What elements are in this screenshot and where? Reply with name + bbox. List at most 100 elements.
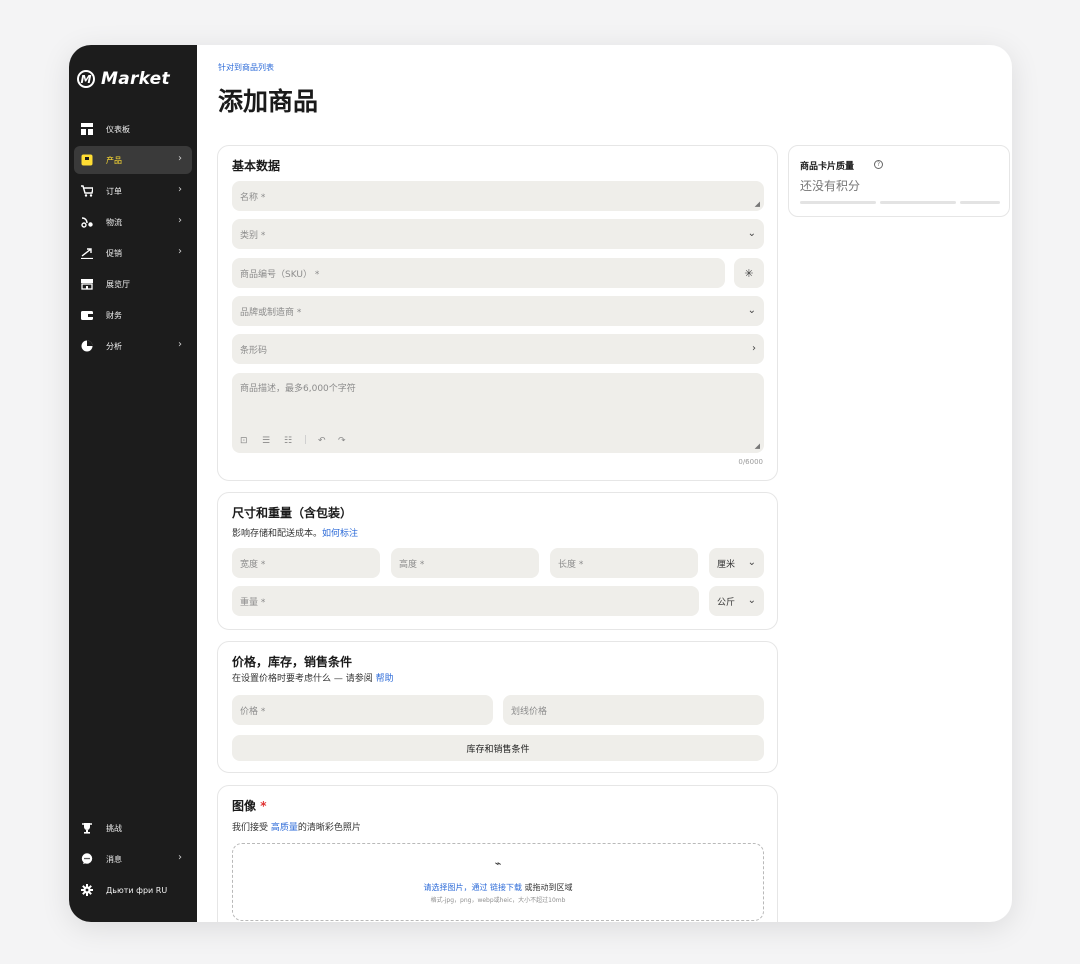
images-title-text: 图像 [232, 799, 257, 813]
sidebar: M Market 仪表板 产品 › 订单 › 物流 › 促销 › 展览厅 财务 … [69, 45, 197, 922]
dimensions-card: 尺寸和重量（含包装） 影响存储和配送成本。如何标注 宽度 * 高度 * 长度 *… [217, 492, 778, 630]
logo[interactable]: M Market [77, 69, 170, 89]
sidebar-item-logistics[interactable]: 物流 › [74, 208, 192, 236]
sidebar-item-store-settings[interactable]: Дьюти фри RU [74, 876, 192, 904]
quality-progress-segment [880, 201, 956, 204]
sidebar-item-label: 促销 [106, 248, 122, 258]
name-placeholder: 名称 * [240, 192, 266, 203]
generate-sku-button[interactable]: ✳ [734, 258, 764, 288]
images-subtitle-pre: 我们接受 [232, 823, 269, 833]
pie-chart-icon [80, 339, 94, 353]
weight-unit-select[interactable]: 公斤 ⌄ [709, 586, 764, 616]
logo-icon: M [77, 70, 95, 88]
select-image-link[interactable]: 请选择图片，通过 [423, 883, 487, 892]
character-counter: 0/6000 [738, 458, 763, 466]
stock-conditions-button[interactable]: 库存和销售条件 [232, 735, 764, 761]
category-select[interactable]: 类别 * ⌄ [232, 219, 764, 249]
undo-icon[interactable]: ↶ [318, 436, 326, 446]
truck-icon [80, 215, 94, 229]
sidebar-item-label: 财务 [106, 310, 122, 320]
sku-input[interactable]: 商品编号（SKU） * [232, 258, 725, 288]
sidebar-item-finance[interactable]: 财务 [74, 301, 192, 329]
chevron-right-icon: › [752, 343, 756, 354]
sidebar-item-analytics[interactable]: 分析 › [74, 332, 192, 360]
length-input[interactable]: 长度 * [550, 548, 698, 578]
dimensions-subtitle: 影响存储和配送成本。如何标注 [232, 526, 358, 539]
sidebar-item-label: Дьюти фри RU [106, 885, 168, 895]
weight-placeholder: 重量 * [240, 597, 266, 608]
chevron-down-icon: ⌄ [747, 228, 756, 239]
price-subtitle-text: 在设置价格时要考虑什么 — 请参阅 [232, 674, 373, 684]
paperclip-icon: ⌁ [494, 857, 502, 870]
strike-price-placeholder: 划线价格 [511, 706, 548, 717]
sidebar-item-showroom[interactable]: 展览厅 [74, 270, 192, 298]
brand-placeholder: 品牌或制造商 * [240, 307, 302, 318]
cart-icon [80, 184, 94, 198]
chevron-down-icon: ⌄ [747, 305, 756, 316]
dropzone-text: 请选择图片，通过 链接下载 或拖动到区域 [233, 882, 763, 893]
logo-text: Market [101, 69, 170, 89]
images-title: 图像 * [232, 797, 266, 814]
required-mark: * [260, 799, 267, 813]
basic-data-title: 基本数据 [232, 159, 281, 173]
quality-progress-segment [800, 201, 876, 204]
download-link[interactable]: 链接下载 [490, 883, 522, 892]
price-input[interactable]: 价格 * [232, 695, 493, 725]
height-input[interactable]: 高度 * [391, 548, 539, 578]
sparkle-icon: ✳ [744, 266, 754, 280]
weight-unit-value: 公斤 [717, 597, 736, 608]
brand-select[interactable]: 品牌或制造商 * ⌄ [232, 296, 764, 326]
description-textarea[interactable]: 商品描述，最多6,000个字符 ⊡ ☰ ☷ | ↶ ↷ ◢ [232, 373, 764, 453]
barcode-field[interactable]: 条形码 › [232, 334, 764, 364]
height-placeholder: 高度 * [399, 559, 425, 570]
toolbar-divider: | [304, 435, 308, 445]
store-icon [80, 277, 94, 291]
price-title: 价格，库存，销售条件 [232, 655, 353, 669]
chevron-down-icon: ⌄ [747, 557, 756, 568]
length-unit-value: 厘米 [717, 559, 736, 570]
sidebar-item-label: 挑战 [106, 823, 122, 833]
strike-price-input[interactable]: 划线价格 [503, 695, 764, 725]
breadcrumb[interactable]: 针对到商品列表 [218, 62, 274, 73]
dropzone-hint: 格式-jpg，png，webp或heic，大小不超过10mb [430, 897, 566, 904]
help-link[interactable]: 帮助 [376, 674, 394, 684]
sidebar-item-challenges[interactable]: 挑战 [74, 814, 192, 842]
basic-data-card: 基本数据 名称 * ◢ 类别 * ⌄ 商品编号（SKU） * ✳ 品牌或制造商 … [217, 145, 778, 481]
help-icon[interactable]: ? [874, 160, 883, 169]
how-to-label-link[interactable]: 如何标注 [322, 529, 358, 539]
chevron-right-icon: › [178, 184, 182, 195]
sidebar-item-messages[interactable]: 消息 › [74, 845, 192, 873]
chat-icon [80, 852, 94, 866]
barcode-placeholder: 条形码 [240, 345, 268, 356]
quality-progress-segment [960, 201, 1000, 204]
trend-icon [80, 246, 94, 260]
sidebar-item-dashboard[interactable]: 仪表板 [74, 115, 192, 143]
sidebar-bottom-nav: 挑战 消息 › Дьюти фри RU [69, 814, 197, 907]
resize-handle-icon[interactable]: ◢ [755, 442, 760, 450]
high-quality-link[interactable]: 高质量 [271, 823, 298, 833]
wallet-icon [80, 308, 94, 322]
sidebar-item-products[interactable]: 产品 › [74, 146, 192, 174]
images-subtitle: 我们接受 高质量的清晰彩色照片 [232, 820, 361, 833]
numbered-list-icon[interactable]: ☷ [284, 436, 292, 446]
sidebar-nav: 仪表板 产品 › 订单 › 物流 › 促销 › 展览厅 财务 分析 › [69, 115, 197, 363]
price-placeholder: 价格 * [240, 706, 266, 717]
width-input[interactable]: 宽度 * [232, 548, 380, 578]
sidebar-item-label: 产品 [106, 155, 122, 165]
stock-conditions-label: 库存和销售条件 [466, 744, 530, 755]
chevron-down-icon: ⌄ [747, 595, 756, 606]
length-unit-select[interactable]: 厘米 ⌄ [709, 548, 764, 578]
image-dropzone[interactable]: ⌁ 请选择图片，通过 链接下载 或拖动到区域 格式-jpg，png，webp或h… [232, 843, 764, 921]
sidebar-item-label: 仪表板 [106, 124, 130, 134]
sidebar-item-label: 消息 [106, 854, 122, 864]
sidebar-item-orders[interactable]: 订单 › [74, 177, 192, 205]
sidebar-item-promotions[interactable]: 促销 › [74, 239, 192, 267]
gear-icon [80, 883, 94, 897]
resize-handle-icon[interactable]: ◢ [755, 200, 760, 208]
weight-input[interactable]: 重量 * [232, 586, 699, 616]
redo-icon[interactable]: ↷ [338, 436, 346, 446]
bullet-list-icon[interactable]: ☰ [262, 436, 270, 446]
card-quality-title: 商品卡片质量 [800, 162, 855, 172]
name-input[interactable]: 名称 * ◢ [232, 181, 764, 211]
emoji-icon[interactable]: ⊡ [240, 436, 248, 446]
